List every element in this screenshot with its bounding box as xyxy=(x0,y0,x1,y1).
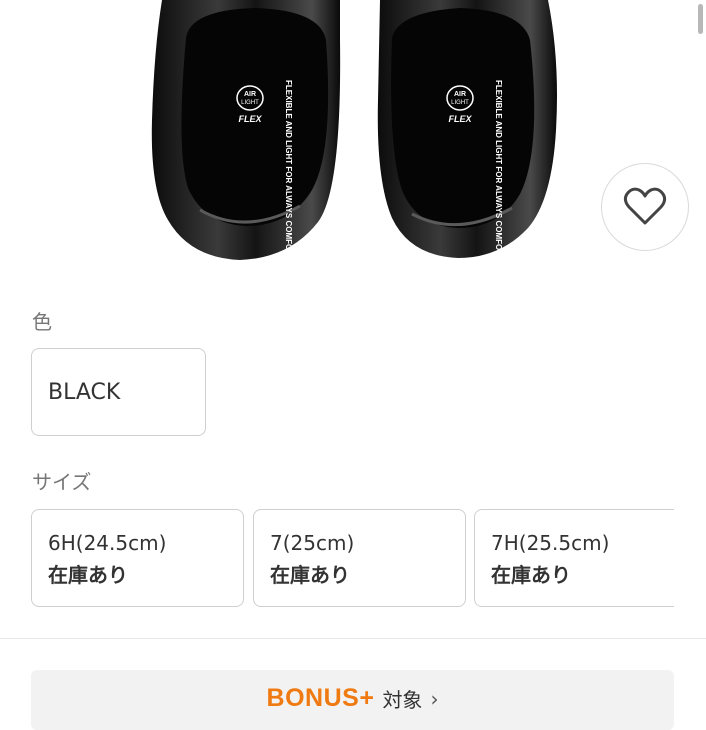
insole-logo-bottom-right: FLEX xyxy=(448,114,472,124)
bonus-banner[interactable]: BONUS+ 対象 › xyxy=(31,670,674,730)
size-stock: 在庫あり xyxy=(491,563,571,587)
scrollbar[interactable] xyxy=(698,4,703,34)
insole-logo-mid-left: LIGHT xyxy=(241,100,259,106)
size-name: 6H(24.5cm) xyxy=(48,531,167,555)
size-stock: 在庫あり xyxy=(48,563,128,587)
shoes-illustration: AIR LIGHT FLEX AIR LIGHT FLEX FLEXIBLE A… xyxy=(151,0,557,262)
size-stock: 在庫あり xyxy=(270,563,350,587)
insole-tagline-right: FLEXIBLE AND LIGHT FOR ALWAYS COMFORT. xyxy=(494,80,503,262)
divider xyxy=(0,638,706,639)
size-options: 6H(24.5cm) 在庫あり 7(25cm) 在庫あり 7H(25.5cm) … xyxy=(31,509,674,609)
bonus-content: BONUS+ 対象 › xyxy=(31,684,674,713)
size-name: 7H(25.5cm) xyxy=(491,531,610,555)
bonus-text: 対象 xyxy=(382,688,423,712)
color-label: 色 xyxy=(32,310,52,334)
insole-logo-top-right: AIR xyxy=(454,91,466,98)
size-option-7[interactable]: 7(25cm) 在庫あり xyxy=(253,509,466,607)
product-image: AIR LIGHT FLEX AIR LIGHT FLEX FLEXIBLE A… xyxy=(0,0,706,262)
size-option-6h[interactable]: 6H(24.5cm) 在庫あり xyxy=(31,509,244,607)
bonus-logo: BONUS+ xyxy=(266,684,375,712)
insole-logo-bottom-left: FLEX xyxy=(238,114,262,124)
insole-tagline-left: FLEXIBLE AND LIGHT FOR ALWAYS COMFORT. xyxy=(284,80,293,262)
heart-icon xyxy=(623,187,667,225)
size-option-7h[interactable]: 7H(25.5cm) 在庫あり xyxy=(474,509,674,607)
size-label: サイズ xyxy=(32,470,92,494)
size-name: 7(25cm) xyxy=(270,531,355,555)
chevron-right-icon: › xyxy=(430,686,439,711)
insole-logo-top-left: AIR xyxy=(244,91,256,98)
color-option-black[interactable]: BLACK xyxy=(31,348,206,436)
insole-logo-mid-right: LIGHT xyxy=(451,100,469,106)
favorite-button[interactable] xyxy=(601,163,689,251)
